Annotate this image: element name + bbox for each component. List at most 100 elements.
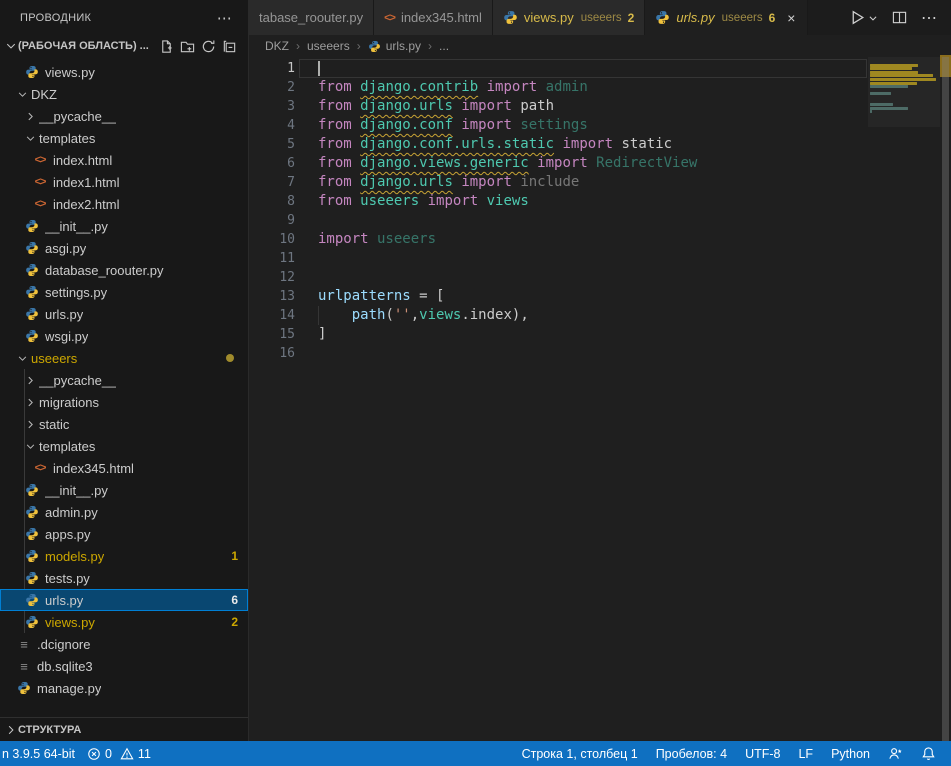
tree-item-views-py[interactable]: views.py [0,61,248,83]
tree-item-manage-py[interactable]: manage.py [0,677,248,699]
feedback-icon[interactable] [879,741,912,766]
tree-item-asgi-py[interactable]: asgi.py [0,237,248,259]
html-icon: <> [32,198,48,210]
tree-item-index345-html[interactable]: <>index345.html [0,457,248,479]
code-line-8: 8from useeers import views [249,192,951,211]
line-number: 8 [249,192,295,211]
chevron-down-icon [24,134,36,143]
tab-index345-html[interactable]: <>index345.html [374,0,493,35]
indentation-item[interactable]: Пробелов: 4 [647,741,736,766]
line-number: 9 [249,211,295,230]
chevron-right-icon [24,420,36,429]
minimap[interactable] [868,57,940,741]
breadcrumb-item[interactable]: urls.py [368,39,421,53]
tree-item--init-py[interactable]: __init__.py [0,215,248,237]
eol-item[interactable]: LF [789,741,822,766]
close-tab-icon[interactable]: × [785,10,797,26]
tree-item-templates[interactable]: templates [0,435,248,457]
tree-item--pycache-[interactable]: __pycache__ [0,369,248,391]
code-lines: 12from django.contrib import admin3from … [249,57,951,363]
tree-item-apps-py[interactable]: apps.py [0,523,248,545]
breadcrumb-separator: › [296,39,300,53]
cursor-position-item[interactable]: Строка 1, столбец 1 [513,741,647,766]
tree-item-urls-py[interactable]: urls.py6 [0,589,248,611]
python-icon [24,483,40,497]
new-folder-icon[interactable] [177,37,198,55]
tree-item-useeers[interactable]: useeers [0,347,248,369]
tree-item-tests-py[interactable]: tests.py [0,567,248,589]
tree-item-index1-html[interactable]: <>index1.html [0,171,248,193]
tree-item-admin-py[interactable]: admin.py [0,501,248,523]
minimap-line [870,74,933,77]
collapse-all-icon[interactable] [219,37,240,55]
vertical-scrollbar[interactable] [942,57,949,741]
python-icon [24,285,40,299]
workspace-section-header[interactable]: (РАБОЧАЯ ОБЛАСТЬ) ... [0,35,248,57]
warning-count: 11 [138,747,151,761]
python-icon [24,593,40,607]
code-line-7: 7from django.urls import include [249,173,951,192]
tree-item--init-py[interactable]: __init__.py [0,479,248,501]
code-editor[interactable]: 12from django.contrib import admin3from … [249,57,951,741]
problems-badge: 6 [231,593,238,607]
python-icon [24,549,40,563]
run-icon[interactable] [849,9,878,26]
refresh-icon[interactable] [198,37,219,55]
tree-item-db-sqlite3[interactable]: ≡db.sqlite3 [0,655,248,677]
tree-item-models-py[interactable]: models.py1 [0,545,248,567]
tab-tabase-roouter-py[interactable]: tabase_roouter.py [249,0,374,35]
tree-item-wsgi-py[interactable]: wsgi.py [0,325,248,347]
code-line-9: 9 [249,211,951,230]
error-count: 0 [105,747,112,761]
encoding-item[interactable]: UTF-8 [736,741,789,766]
tree-item--pycache-[interactable]: __pycache__ [0,105,248,127]
tree-item-database-roouter-py[interactable]: database_roouter.py [0,259,248,281]
more-actions-icon[interactable]: ⋯ [921,8,937,28]
tab-views-py[interactable]: views.pyuseeers2 [493,0,645,35]
split-editor-icon[interactable] [892,10,907,25]
code-line-16: 16 [249,344,951,363]
explorer-more-icon[interactable]: ⋯ [213,9,236,27]
html-icon: <> [32,462,48,474]
tree-item-views-py[interactable]: views.py2 [0,611,248,633]
editor-actions: ⋯ [808,0,951,35]
breadcrumb: DKZ›useeers› urls.py›... [249,35,951,57]
problems-item[interactable]: 0 11 [81,741,157,766]
tree-item-index2-html[interactable]: <>index2.html [0,193,248,215]
python-icon [24,263,40,277]
minimap-line [870,71,918,74]
line-number: 7 [249,173,295,192]
breadcrumb-item[interactable]: useeers [307,39,350,53]
code-line-14: 14 path('',views.index), [249,306,951,325]
tree-item-migrations[interactable]: migrations [0,391,248,413]
tree-item--dcignore[interactable]: ≡.dcignore [0,633,248,655]
breadcrumb-item[interactable]: ... [439,39,449,53]
line-number: 10 [249,230,295,249]
language-mode-item[interactable]: Python [822,741,879,766]
tree-item-settings-py[interactable]: settings.py [0,281,248,303]
code-line-1: 1 [249,59,951,78]
tree-item-index-html[interactable]: <>index.html [0,149,248,171]
breadcrumb-item[interactable]: DKZ [265,39,289,53]
python-version-item[interactable]: n 3.9.5 64-bit [0,741,81,766]
tree-item-dkz[interactable]: DKZ [0,83,248,105]
warning-icon [120,747,134,761]
minimap-line [870,103,893,106]
modified-dot-badge [226,354,234,362]
minimap-line [870,64,918,67]
tree-item-static[interactable]: static [0,413,248,435]
notifications-bell-icon[interactable] [912,741,945,766]
new-file-icon[interactable] [156,37,177,55]
line-number: 1 [249,59,295,78]
line-number: 3 [249,97,295,116]
html-icon: <> [32,176,48,188]
line-number: 6 [249,154,295,173]
tab-urls-py[interactable]: urls.pyuseeers6× [645,0,808,35]
python-icon [24,527,40,541]
tree-item-templates[interactable]: templates [0,127,248,149]
tree-item-urls-py[interactable]: urls.py [0,303,248,325]
python-icon [24,505,40,519]
chevron-down-icon [24,442,36,451]
chevron-right-icon [24,376,36,385]
outline-section-header[interactable]: СТРУКТУРА [0,717,248,741]
